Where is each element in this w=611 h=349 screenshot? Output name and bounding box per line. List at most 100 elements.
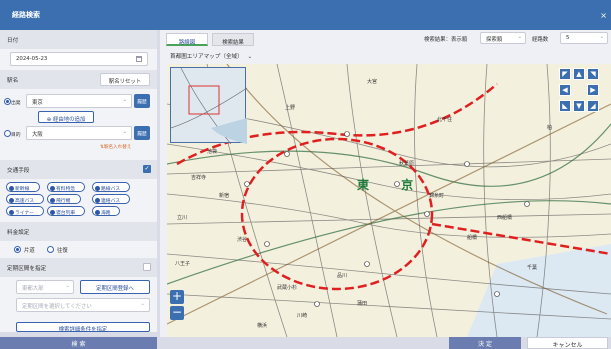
date-input[interactable]: 2024-05-23 — [10, 52, 148, 66]
check-dot-icon — [50, 197, 55, 203]
map-station-label[interactable]: 秋葉原 — [399, 160, 414, 167]
pan-down-right-button[interactable]: ◢ — [587, 100, 599, 112]
window-title: 経路検索 — [12, 11, 40, 19]
zoom-out-button[interactable]: − — [170, 306, 184, 320]
map-station-label[interactable]: 大宮 — [367, 78, 377, 85]
map-station-label[interactable]: 蒲田 — [357, 300, 367, 307]
commuter-route-placeholder: 定期区間を選択してください — [22, 304, 92, 310]
tab-search-results[interactable]: 検索結果 — [212, 33, 254, 46]
commuter-register-button[interactable]: 定期区間登録へ — [80, 280, 150, 294]
route-count-select[interactable]: 5 ⌄ — [560, 32, 608, 44]
arrow-left-icon: ◀ — [562, 86, 568, 94]
chevron-down-icon: ⌄ — [122, 129, 127, 135]
station-reset-button[interactable]: 駅名リセット — [100, 73, 150, 86]
fare-oneway-radio[interactable] — [14, 246, 21, 253]
chip-label: 海路 — [101, 210, 111, 216]
pan-down-button[interactable]: ▼ — [573, 100, 585, 112]
from-input[interactable]: 東京 ⌄ — [26, 94, 132, 108]
to-radio[interactable] — [4, 130, 11, 137]
pan-up-right-button[interactable]: ◥ — [587, 68, 599, 80]
commuter-label: 定期区間を指定 — [7, 266, 47, 272]
transport-label: 交通手段 — [7, 168, 30, 174]
route-count-label: 経路数 — [532, 37, 549, 43]
chip-label: ライナー — [15, 210, 35, 216]
chip-transport-2[interactable]: 路線バス — [92, 182, 130, 192]
chip-transport-4[interactable]: 飛行機 — [47, 194, 81, 204]
area-map-select[interactable]: 首都圏エリアマップ（全域） ⌄ — [170, 52, 252, 60]
map-station-label[interactable]: 新宿 — [219, 192, 229, 199]
pan-up-button[interactable]: ▲ — [573, 68, 585, 80]
date-value: 2024-05-23 — [16, 56, 48, 62]
map-station-label[interactable]: 西船橋 — [497, 214, 512, 221]
to-value: 大阪 — [32, 132, 43, 138]
route-map[interactable]: 東 京 上野 池袋 新宿 渋谷 品川 川崎 横浜 大宮 千葉 船橋 立川 八王子… — [167, 64, 611, 337]
check-dot-icon — [9, 185, 14, 191]
pan-right-button[interactable]: ▶ — [587, 84, 599, 96]
chip-transport-6[interactable]: ライナー — [6, 206, 44, 216]
search-button[interactable]: 検 索 — [0, 337, 157, 349]
check-dot-icon — [50, 209, 55, 215]
ok-button[interactable]: 決 定 — [449, 337, 521, 349]
tab-route-map[interactable]: 路線図 — [166, 33, 208, 46]
map-station-label[interactable]: 立川 — [177, 214, 187, 221]
sort-value: 探索順 — [486, 37, 503, 43]
chip-transport-1[interactable]: 有料特急 — [47, 182, 85, 192]
to-label: 目的 — [11, 133, 21, 138]
map-station-label[interactable]: 千葉 — [527, 264, 537, 271]
chip-transport-3[interactable]: 高速バス — [6, 194, 44, 204]
chevron-down-icon: ⌄ — [140, 301, 145, 307]
map-station-label[interactable]: 吉祥寺 — [191, 174, 206, 181]
overview-minimap[interactable] — [170, 67, 248, 145]
commuter-route-select[interactable]: 定期区間を選択してください ⌄ — [16, 298, 150, 312]
map-station-label[interactable]: 横浜 — [257, 322, 267, 329]
close-icon[interactable]: × — [600, 11, 607, 20]
from-radio[interactable] — [4, 98, 11, 105]
commuter-select-value: 東都大部 — [22, 286, 44, 292]
arrow-up-left-icon: ◤ — [562, 70, 568, 78]
chip-transport-5[interactable]: 連絡バス — [92, 194, 130, 204]
search-detail-button[interactable]: 検索詳細条件を指定 — [16, 322, 150, 332]
chevron-down-icon: ⌄ — [247, 54, 253, 60]
map-station-label[interactable]: 八王子 — [175, 260, 190, 267]
map-station-label[interactable]: 船橋 — [467, 234, 477, 241]
map-station-label[interactable]: 川崎 — [297, 312, 307, 319]
from-history-button[interactable]: 履歴 — [134, 94, 150, 108]
chip-label: 高速バス — [15, 198, 35, 204]
map-station-label[interactable]: 北千住 — [437, 116, 452, 123]
check-dot-icon — [95, 185, 100, 191]
station-label: 駅名 — [7, 78, 19, 84]
chip-label: 寝台列車 — [56, 210, 76, 216]
map-station-label[interactable]: 池袋 — [207, 148, 217, 155]
checkbox-icon[interactable] — [143, 263, 151, 271]
map-station-label[interactable]: 柏 — [547, 124, 552, 131]
add-via-button[interactable]: ⊕ 経由地の追加 — [38, 111, 94, 123]
zoom-in-button[interactable]: + — [170, 290, 184, 304]
chip-transport-8[interactable]: 海路 — [92, 206, 120, 216]
chip-transport-0[interactable]: 新幹線 — [6, 182, 40, 192]
to-input[interactable]: 大阪 ⌄ — [26, 126, 132, 140]
pan-up-left-button[interactable]: ◤ — [559, 68, 571, 80]
fare-roundtrip-radio[interactable] — [47, 246, 54, 253]
swap-stations-link[interactable]: ⇅駅名入れ替え — [100, 144, 131, 150]
calendar-icon[interactable] — [136, 56, 142, 62]
map-station-label[interactable]: 錦糸町 — [429, 192, 444, 199]
map-station-label[interactable]: 上野 — [285, 104, 295, 111]
chip-label: 飛行機 — [56, 198, 71, 204]
cancel-button[interactable]: キャンセル — [527, 337, 608, 349]
checkbox-icon[interactable]: ✓ — [143, 165, 151, 173]
chip-label: 連絡バス — [101, 198, 121, 204]
commuter-select[interactable]: 東都大部 ⌄ — [16, 280, 74, 294]
map-station-label[interactable]: 渋谷 — [237, 236, 247, 243]
pan-down-left-button[interactable]: ◣ — [559, 100, 571, 112]
map-station-label[interactable]: 品川 — [337, 272, 347, 279]
area-map-label: 首都圏エリアマップ（全域） — [170, 54, 243, 60]
chevron-down-icon: ⌄ — [65, 283, 70, 289]
sort-select[interactable]: 探索順 ⌄ — [480, 32, 526, 44]
pan-left-button[interactable]: ◀ — [559, 84, 571, 96]
station-section-header: 駅名 駅名リセット — [0, 70, 157, 89]
from-label: 出発 — [11, 101, 21, 106]
arrow-up-icon: ▲ — [576, 70, 582, 78]
chip-transport-7[interactable]: 寝台列車 — [47, 206, 85, 216]
map-station-label[interactable]: 武蔵小杉 — [277, 284, 297, 291]
to-history-button[interactable]: 履歴 — [134, 126, 150, 140]
